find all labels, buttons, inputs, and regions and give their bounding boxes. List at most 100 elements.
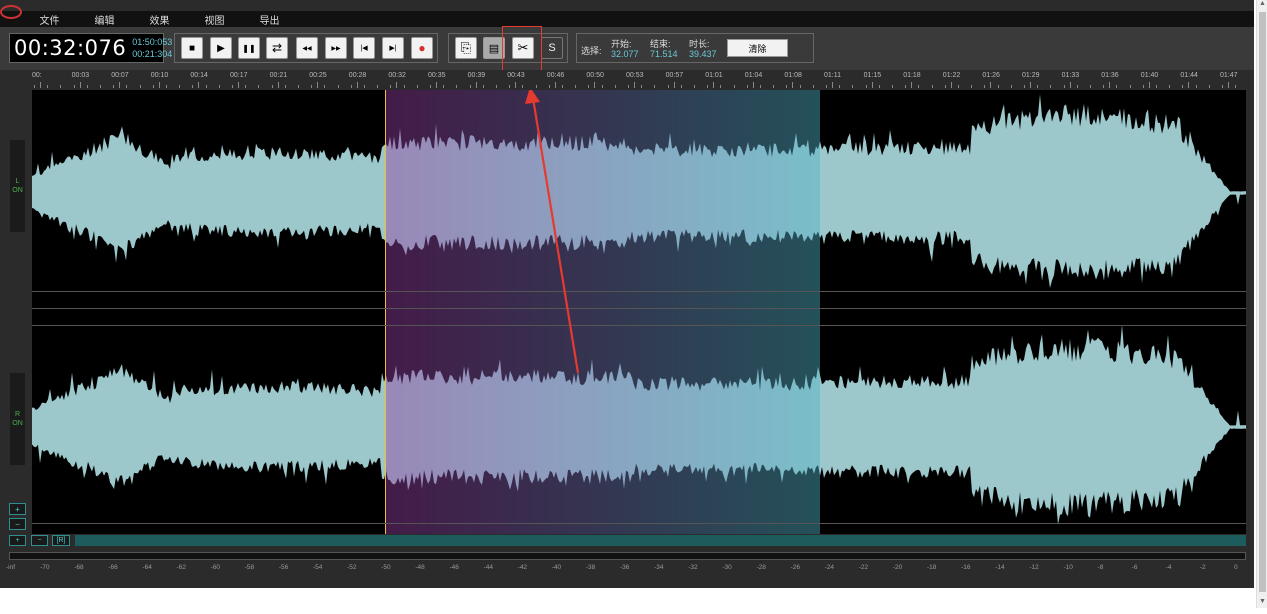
total-time: 01:50:053 (132, 37, 173, 47)
db-label: -10 (1063, 564, 1073, 571)
db-label: -16 (961, 564, 971, 571)
db-label: -68 (74, 564, 84, 571)
db-label: -70 (40, 564, 50, 571)
play-button[interactable]: ▶ (210, 37, 232, 59)
ruler-tick (1109, 82, 1111, 88)
ruler-minor-tick (350, 85, 352, 88)
ruler-label: 00:46 (546, 72, 565, 79)
ruler-minor-tick (971, 85, 973, 88)
pause-button[interactable]: ❚❚ (238, 37, 260, 59)
track-divider (32, 291, 1246, 292)
horizontal-zoom-out-button[interactable]: − (31, 535, 48, 546)
db-label: -inf (6, 564, 16, 571)
horizontal-zoom-in-button[interactable]: + (9, 535, 26, 546)
db-label: -48 (415, 564, 425, 571)
db-label: -56 (278, 564, 289, 571)
ruler-label: 01:18 (903, 72, 921, 79)
ruler-minor-tick (878, 85, 880, 88)
ruler-label: 00:57 (665, 72, 684, 79)
ruler-minor-tick (1063, 85, 1065, 88)
waveform-area[interactable] (32, 90, 1246, 534)
db-label: -50 (381, 564, 391, 571)
selection-region[interactable] (385, 90, 820, 534)
menu-file[interactable]: 文件 (22, 12, 77, 27)
rewind-icon: ◀◀ (302, 45, 312, 52)
db-label: -46 (449, 564, 459, 571)
record-button[interactable]: ● (411, 37, 433, 59)
time-ruler[interactable]: 00: 00:03 00:07 00:10 00:14 00:17 00:21 00:25 00… (30, 70, 1246, 90)
ruler-label: 01:29 (1022, 72, 1040, 79)
channel-right[interactable]: R ON (10, 373, 25, 465)
loop-icon: ⇄ (271, 41, 283, 55)
db-label: 0 (1234, 564, 1238, 571)
vertical-zoom-out-button[interactable]: − (9, 518, 26, 530)
ruler-minor-tick (1142, 85, 1144, 88)
ruler-label: 01:44 (1180, 72, 1198, 79)
rewind-button[interactable]: ◀◀ (296, 37, 318, 59)
db-label: -4 (1165, 564, 1172, 571)
stop-icon: ■ (188, 42, 196, 54)
stop-button[interactable]: ■ (181, 37, 203, 59)
ruler-minor-tick (1156, 85, 1157, 88)
db-label: -34 (654, 564, 664, 571)
channel-left-letter: L (15, 178, 20, 185)
ruler-tick (238, 82, 239, 88)
horizontal-scrollbar[interactable] (75, 535, 1246, 546)
copy-button[interactable]: ⎘ (455, 37, 477, 59)
ruler-minor-tick (456, 85, 458, 88)
menu-edit[interactable]: 编辑 (77, 12, 132, 27)
fast-forward-button[interactable]: ▶▶ (325, 37, 347, 59)
ruler-label: 00:53 (626, 72, 644, 79)
s-button[interactable]: S (541, 37, 563, 59)
ruler-label: 00:32 (388, 72, 406, 79)
ruler-minor-tick (284, 85, 286, 88)
db-label: -54 (313, 564, 323, 571)
menu-view[interactable]: 视图 (187, 12, 242, 27)
clear-button[interactable]: 清除 (727, 39, 788, 57)
ruler-minor-tick (311, 85, 313, 88)
ruler-label: 00:25 (309, 72, 327, 79)
ruler-tick (198, 82, 200, 88)
scroll-thumb[interactable] (1259, 12, 1266, 592)
loop-button[interactable]: ⇄ (266, 37, 288, 59)
channel-left[interactable]: L ON (10, 140, 25, 232)
ruler-minor-tick (166, 85, 167, 88)
db-label: -36 (620, 564, 630, 571)
zoom-reset-button[interactable]: [R] (52, 535, 70, 546)
ruler-tick (594, 82, 596, 88)
skip-end-button[interactable]: ▶| (382, 37, 404, 59)
ruler-label: 01:26 (982, 72, 1000, 79)
db-scale: -inf -70 -68 -66 -64 -62 -60 -58 -56 -54 -52 -50 -48… (0, 562, 1254, 576)
ruler-tick (158, 82, 160, 88)
transport-controls: ■ ▶ ❚❚ ⇄ ◀◀ ▶▶ |◀ ▶| ● (174, 33, 438, 63)
ruler-minor-tick (601, 85, 603, 88)
ruler-minor-tick (786, 85, 788, 88)
page-scrollbar[interactable]: ▲ ▼ (1256, 0, 1267, 608)
db-label: -18 (927, 564, 937, 571)
ruler-minor-tick (1129, 85, 1131, 88)
track-divider (32, 523, 1246, 524)
skip-end-icon: ▶| (389, 45, 397, 52)
menu-export[interactable]: 导出 (242, 12, 297, 27)
ruler-minor-tick (364, 85, 365, 88)
ruler-label: 00:17 (230, 72, 248, 79)
ruler-minor-tick (852, 85, 854, 88)
scroll-up-icon[interactable]: ▲ (1257, 0, 1267, 10)
ruler-minor-tick (892, 85, 893, 88)
ruler-minor-tick (628, 85, 629, 88)
scroll-down-icon[interactable]: ▼ (1257, 598, 1267, 608)
ruler-minor-tick (60, 85, 62, 88)
ruler-minor-tick (1195, 85, 1197, 88)
ruler-tick (752, 82, 754, 88)
menu-effects[interactable]: 效果 (132, 12, 187, 27)
ruler-minor-tick (469, 85, 471, 88)
playhead-cursor[interactable] (385, 90, 386, 534)
ruler-minor-tick (100, 85, 101, 88)
ruler-minor-tick (139, 85, 141, 88)
ruler-label: 01:08 (784, 72, 802, 79)
vertical-zoom-in-button[interactable]: + (9, 503, 26, 515)
ruler-label: 00:03 (71, 72, 90, 79)
ruler-tick (475, 82, 477, 88)
ruler-tick (1228, 82, 1229, 88)
skip-start-button[interactable]: |◀ (353, 37, 375, 59)
